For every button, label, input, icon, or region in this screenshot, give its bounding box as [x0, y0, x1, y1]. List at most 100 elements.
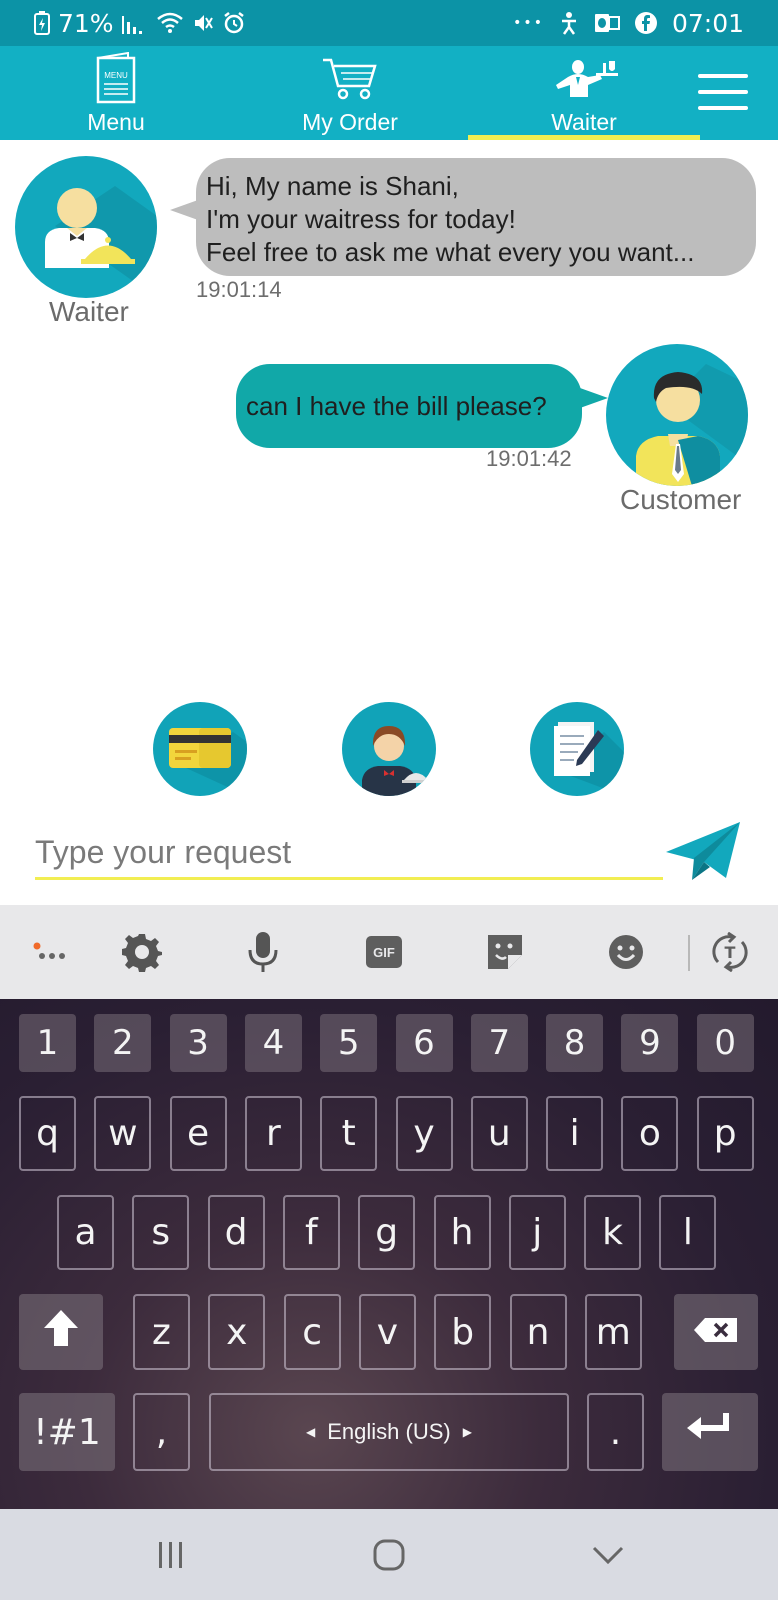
tab-menu[interactable]: MENU Menu [0, 46, 232, 140]
message-line: Feel free to ask me what every you want.… [206, 237, 695, 267]
enter-arrow-icon [685, 1411, 735, 1454]
backspace-icon [693, 1312, 739, 1353]
message-timestamp: 19:01:42 [486, 446, 572, 471]
pay-with-card-button[interactable] [153, 702, 247, 796]
write-note-button[interactable] [530, 702, 624, 796]
waiter-message-bubble: Hi, My name is Shani, I'm your waitress … [170, 158, 756, 276]
emoji-icon[interactable] [588, 905, 664, 999]
facebook-icon [634, 11, 658, 35]
key-g[interactable]: g [358, 1195, 416, 1270]
key-k[interactable]: k [584, 1195, 642, 1270]
tab-my-order-label: My Order [302, 109, 398, 135]
shopping-cart-icon [321, 56, 379, 106]
battery-icon [34, 11, 50, 35]
shift-key[interactable] [19, 1294, 103, 1370]
waiter-avatar [15, 156, 157, 298]
key-9[interactable]: 9 [621, 1014, 679, 1072]
voice-input-icon[interactable] [225, 905, 301, 999]
mute-icon [192, 12, 214, 34]
paper-plane-icon [664, 822, 744, 890]
key-f[interactable]: f [282, 1195, 340, 1270]
key-e[interactable]: e [169, 1096, 227, 1171]
key-3[interactable]: 3 [169, 1014, 227, 1072]
outlook-icon [594, 11, 620, 35]
keyboard-more-options-icon[interactable] [14, 905, 90, 999]
tab-waiter[interactable]: Waiter [468, 46, 700, 140]
enter-key[interactable] [662, 1393, 758, 1471]
key-7[interactable]: 7 [470, 1014, 528, 1072]
key-c[interactable]: c [283, 1294, 341, 1370]
menu-book-icon: MENU [94, 51, 138, 110]
key-q[interactable]: q [19, 1096, 76, 1171]
key-x[interactable]: x [208, 1294, 266, 1370]
svg-text:T: T [725, 943, 736, 962]
key-m[interactable]: m [584, 1294, 642, 1370]
customer-message-bubble: can I have the bill please? [236, 364, 608, 448]
on-screen-keyboard: 1 2 3 4 5 6 7 8 9 0 q w e r t y u i o p a s d f g h j k l z x c v b n m !#1,… [0, 999, 778, 1509]
wifi-icon [156, 12, 184, 34]
keyboard-toolbar: GIF T [0, 905, 778, 999]
language-right-arrow-icon: ▶ [462, 1425, 472, 1439]
hamburger-menu-icon[interactable] [698, 74, 748, 110]
translate-icon[interactable]: T [692, 905, 768, 999]
key-w[interactable]: w [94, 1096, 152, 1171]
customer-avatar [606, 344, 748, 486]
call-waiter-button[interactable] [342, 702, 436, 796]
key-p[interactable]: p [696, 1096, 754, 1171]
sticker-icon[interactable] [467, 905, 543, 999]
tab-menu-label: Menu [87, 109, 145, 135]
waiter-name-label: Waiter [49, 296, 129, 327]
key-u[interactable]: u [470, 1096, 528, 1171]
message-line: I'm your waitress for today! [206, 204, 516, 234]
key-z[interactable]: z [133, 1294, 190, 1370]
key-r[interactable]: r [244, 1096, 302, 1171]
key-l[interactable]: l [659, 1195, 717, 1270]
gif-icon[interactable]: GIF [346, 905, 422, 999]
period-key[interactable]: . [587, 1393, 644, 1471]
key-o[interactable]: o [621, 1096, 679, 1171]
language-label: English (US) [327, 1419, 451, 1444]
backspace-key[interactable] [674, 1294, 758, 1370]
key-4[interactable]: 4 [244, 1014, 302, 1072]
status-bar: 71% ••• 07:01 [0, 0, 778, 46]
key-5[interactable]: 5 [320, 1014, 378, 1072]
home-button[interactable] [344, 1509, 434, 1600]
key-0[interactable]: 0 [696, 1014, 754, 1072]
customer-name-label: Customer [620, 484, 742, 515]
key-s[interactable]: s [132, 1195, 190, 1270]
key-1[interactable]: 1 [19, 1014, 76, 1072]
message-timestamp: 19:01:14 [196, 277, 282, 302]
system-navigation-bar [0, 1509, 778, 1600]
key-t[interactable]: t [320, 1096, 378, 1171]
tab-my-order[interactable]: My Order [234, 46, 466, 140]
comma-key[interactable]: , [133, 1393, 190, 1471]
keyboard-settings-icon[interactable] [104, 905, 180, 999]
key-j[interactable]: j [508, 1195, 566, 1270]
key-n[interactable]: n [509, 1294, 567, 1370]
top-navigation: MENU Menu My Order Waiter [0, 46, 778, 140]
waiter-icon [548, 55, 620, 107]
key-8[interactable]: 8 [546, 1014, 604, 1072]
key-h[interactable]: h [433, 1195, 491, 1270]
key-6[interactable]: 6 [395, 1014, 453, 1072]
gif-label: GIF [366, 936, 402, 968]
key-d[interactable]: d [207, 1195, 265, 1270]
key-b[interactable]: b [434, 1294, 492, 1370]
request-input[interactable] [35, 828, 663, 876]
key-2[interactable]: 2 [94, 1014, 152, 1072]
key-a[interactable]: a [57, 1195, 114, 1270]
key-y[interactable]: y [395, 1096, 453, 1171]
battery-percent: 71% [58, 8, 114, 38]
accessibility-icon [558, 11, 580, 35]
space-bar[interactable]: ◀ English (US) ▶ [209, 1393, 569, 1471]
message-text: can I have the bill please? [246, 390, 547, 421]
key-i[interactable]: i [546, 1096, 604, 1171]
send-button[interactable] [664, 818, 744, 886]
key-v[interactable]: v [358, 1294, 416, 1370]
notepad-pen-icon [530, 722, 624, 796]
symbols-key[interactable]: !#1 [19, 1393, 115, 1471]
back-button[interactable] [563, 1509, 653, 1600]
alarm-icon [222, 11, 246, 35]
signal-icon [121, 12, 148, 34]
recent-apps-button[interactable] [126, 1509, 216, 1600]
